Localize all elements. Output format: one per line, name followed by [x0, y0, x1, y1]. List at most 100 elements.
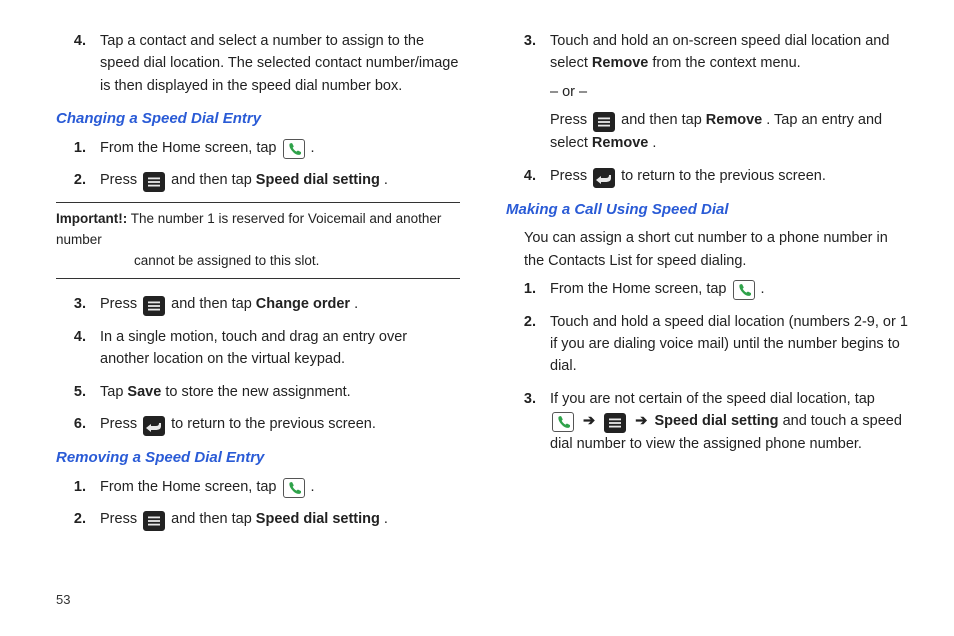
step-number: 4.: [56, 326, 100, 371]
step-body: Press to return to the previous screen.: [550, 165, 910, 188]
step-body: From the Home screen, tap .: [100, 476, 460, 498]
list-item: 2. Touch and hold a speed dial location …: [506, 311, 910, 378]
page-number: 53: [56, 590, 70, 610]
text: Press: [100, 511, 141, 527]
step-number: 3.: [506, 388, 550, 456]
menu-icon: [604, 413, 626, 433]
menu-icon: [143, 172, 165, 192]
phone-icon: [283, 139, 305, 159]
heading-changing-speed-dial: Changing a Speed Dial Entry: [56, 107, 460, 130]
bold-text: Save: [127, 384, 161, 400]
step-number: 1.: [506, 278, 550, 300]
two-column-layout: 4. Tap a contact and select a number to …: [56, 26, 910, 541]
text: From the Home screen, tap: [550, 281, 731, 297]
step-body: From the Home screen, tap .: [550, 278, 910, 300]
text: Press: [550, 168, 591, 184]
list-item: 6. Press to return to the previous scree…: [56, 413, 460, 436]
important-note: Important!: The number 1 is reserved for…: [56, 202, 460, 279]
list-item: 4. In a single motion, touch and drag an…: [56, 326, 460, 371]
bold-text: Remove: [592, 135, 648, 151]
list-item: 5. Tap Save to store the new assignment.: [56, 381, 460, 403]
step-body: Press and then tap Change order .: [100, 293, 460, 316]
step-body: Press to return to the previous screen.: [100, 413, 460, 436]
text: .: [311, 140, 315, 156]
phone-icon: [283, 478, 305, 498]
step-number: 4.: [56, 30, 100, 97]
step-body: Press and then tap Speed dial setting .: [100, 508, 460, 531]
text: from the context menu.: [652, 55, 800, 71]
step-number: 2.: [506, 311, 550, 378]
bold-text: Remove: [706, 112, 762, 128]
change-step-list-cont: 3. Press and then tap Change order . 4. …: [56, 293, 460, 436]
menu-icon: [143, 511, 165, 531]
step-body: Touch and hold a speed dial location (nu…: [550, 311, 910, 378]
text: Press: [550, 112, 591, 128]
back-icon: [593, 168, 615, 188]
text: .: [652, 135, 656, 151]
intro-paragraph: You can assign a short cut number to a p…: [524, 227, 910, 272]
or-divider: – or –: [550, 81, 910, 103]
text: From the Home screen, tap: [100, 140, 281, 156]
text: .: [384, 172, 388, 188]
list-item: 3. Press and then tap Change order .: [56, 293, 460, 316]
phone-icon: [552, 412, 574, 432]
text: and then tap: [171, 172, 256, 188]
text: If you are not certain of the speed dial…: [550, 391, 875, 407]
step-body: Tap a contact and select a number to ass…: [100, 30, 460, 97]
step-body: From the Home screen, tap .: [100, 137, 460, 159]
list-item: 1. From the Home screen, tap .: [56, 476, 460, 498]
list-item: 2. Press and then tap Speed dial setting…: [56, 508, 460, 531]
left-column: 4. Tap a contact and select a number to …: [56, 26, 460, 541]
text: to store the new assignment.: [165, 384, 350, 400]
text: Press: [100, 296, 141, 312]
step-number: 1.: [56, 476, 100, 498]
text: .: [384, 511, 388, 527]
bold-text: Remove: [592, 55, 648, 71]
note-label: Important!:: [56, 211, 127, 226]
heading-removing-speed-dial: Removing a Speed Dial Entry: [56, 446, 460, 469]
bold-text: Change order: [256, 296, 350, 312]
change-step-list: 1. From the Home screen, tap . 2. Press …: [56, 137, 460, 192]
list-item: 1. From the Home screen, tap .: [506, 278, 910, 300]
list-item: 3. If you are not certain of the speed d…: [506, 388, 910, 456]
list-item: 1. From the Home screen, tap .: [56, 137, 460, 159]
call-step-list: 1. From the Home screen, tap . 2. Touch …: [506, 278, 910, 456]
list-item: 4. Tap a contact and select a number to …: [56, 30, 460, 97]
menu-icon: [143, 296, 165, 316]
text: and then tap: [171, 296, 256, 312]
step-number: 5.: [56, 381, 100, 403]
text: .: [354, 296, 358, 312]
step-number: 6.: [56, 413, 100, 436]
text: and then tap: [621, 112, 706, 128]
back-icon: [143, 416, 165, 436]
list-item: 2. Press and then tap Speed dial setting…: [56, 169, 460, 192]
step-body: In a single motion, touch and drag an en…: [100, 326, 460, 371]
note-text: cannot be assigned to this slot.: [56, 251, 460, 272]
arrow-icon: ➔: [632, 413, 650, 429]
step-number: 3.: [56, 293, 100, 316]
step-number: 1.: [56, 137, 100, 159]
top-step-list: 4. Tap a contact and select a number to …: [56, 30, 460, 97]
step-body: Press and then tap Speed dial setting .: [100, 169, 460, 192]
text: Press: [100, 416, 141, 432]
text: Tap: [100, 384, 127, 400]
arrow-icon: ➔: [580, 413, 598, 429]
step-number: 2.: [56, 169, 100, 192]
right-column: 3. Touch and hold an on-screen speed dia…: [506, 26, 910, 541]
bold-text: Speed dial setting: [654, 413, 778, 429]
step-number: 3.: [506, 30, 550, 155]
text: .: [311, 479, 315, 495]
step-number: 2.: [56, 508, 100, 531]
text: From the Home screen, tap: [100, 479, 281, 495]
list-item: 4. Press to return to the previous scree…: [506, 165, 910, 188]
menu-icon: [593, 112, 615, 132]
step-body: Tap Save to store the new assignment.: [100, 381, 460, 403]
phone-icon: [733, 280, 755, 300]
step-number: 4.: [506, 165, 550, 188]
heading-making-call-speed-dial: Making a Call Using Speed Dial: [506, 198, 910, 221]
step-body: If you are not certain of the speed dial…: [550, 388, 910, 456]
bold-text: Speed dial setting: [256, 172, 380, 188]
text: to return to the previous screen.: [621, 168, 826, 184]
text: .: [761, 281, 765, 297]
bold-text: Speed dial setting: [256, 511, 380, 527]
